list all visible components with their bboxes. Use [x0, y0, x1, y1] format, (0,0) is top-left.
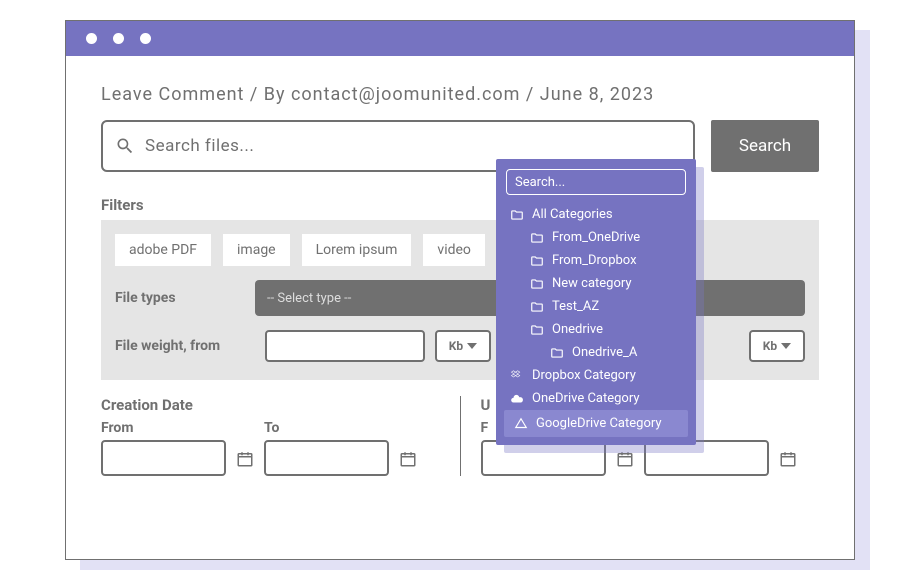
- filters-panel: adobe PDF image Lorem ipsum video File type…: [101, 220, 819, 380]
- divider: [460, 396, 461, 476]
- dropdown-item[interactable]: Test_AZ: [496, 295, 696, 318]
- dropdown-item[interactable]: Onedrive: [496, 318, 696, 341]
- dropdown-item[interactable]: All Categories: [496, 203, 696, 226]
- breadcrumb: Leave Comment / By contact@joomunited.co…: [66, 56, 854, 120]
- weight-from-unit[interactable]: Kb: [435, 330, 491, 362]
- dropbox-icon: [510, 369, 524, 383]
- search-icon: [115, 136, 135, 156]
- update-from-input[interactable]: [481, 440, 606, 476]
- dropdown-item[interactable]: GoogleDrive Category: [504, 410, 688, 437]
- titlebar: [66, 21, 854, 56]
- folder-icon: [530, 231, 544, 245]
- cloud-icon: [510, 392, 524, 406]
- filters-title: Filters: [66, 172, 854, 220]
- creation-from-input[interactable]: [101, 440, 226, 476]
- filter-chip[interactable]: video: [423, 234, 485, 266]
- dropdown-item[interactable]: From_OneDrive: [496, 226, 696, 249]
- creation-to-input[interactable]: [264, 440, 389, 476]
- filter-chip[interactable]: Lorem ipsum: [302, 234, 412, 266]
- traffic-light-dot[interactable]: [140, 33, 151, 44]
- search-placeholder: Search files...: [145, 136, 254, 156]
- gdrive-icon: [514, 417, 528, 431]
- creation-from-label: From: [101, 420, 226, 436]
- calendar-icon[interactable]: [779, 450, 797, 468]
- filter-chip[interactable]: adobe PDF: [115, 234, 211, 266]
- calendar-icon[interactable]: [236, 450, 254, 468]
- category-dropdown: Search... All CategoriesFrom_OneDriveFro…: [496, 159, 696, 445]
- dropdown-item[interactable]: Dropbox Category: [496, 364, 696, 387]
- creation-date-title: Creation Date: [101, 396, 440, 414]
- folder-icon: [530, 300, 544, 314]
- file-weight-label: File weight, from: [115, 338, 255, 354]
- chevron-down-icon: [781, 343, 791, 349]
- dropdown-search-placeholder: Search...: [515, 175, 565, 190]
- update-to-input[interactable]: [644, 440, 769, 476]
- traffic-light-dot[interactable]: [86, 33, 97, 44]
- search-button[interactable]: Search: [711, 120, 819, 172]
- calendar-icon[interactable]: [616, 450, 634, 468]
- folder-icon: [530, 254, 544, 268]
- creation-to-label: To: [264, 420, 389, 436]
- dropdown-item[interactable]: From_Dropbox: [496, 249, 696, 272]
- filter-chip[interactable]: image: [223, 234, 290, 266]
- traffic-light-dot[interactable]: [113, 33, 124, 44]
- folder-icon: [550, 346, 564, 360]
- weight-from-input[interactable]: [265, 330, 425, 362]
- calendar-icon[interactable]: [399, 450, 417, 468]
- folder-icon: [530, 323, 544, 337]
- folder-icon: [510, 208, 524, 222]
- weight-to-unit[interactable]: Kb: [749, 330, 805, 362]
- dropdown-search-input[interactable]: Search...: [506, 169, 686, 195]
- dropdown-item[interactable]: New category: [496, 272, 696, 295]
- chevron-down-icon: [467, 343, 477, 349]
- file-types-label: File types: [115, 290, 255, 306]
- folder-icon: [530, 277, 544, 291]
- dropdown-item[interactable]: Onedrive_A: [496, 341, 696, 364]
- dropdown-item[interactable]: OneDrive Category: [496, 387, 696, 410]
- creation-date-group: Creation Date From To: [101, 396, 440, 476]
- app-window: Leave Comment / By contact@joomunited.co…: [65, 20, 855, 560]
